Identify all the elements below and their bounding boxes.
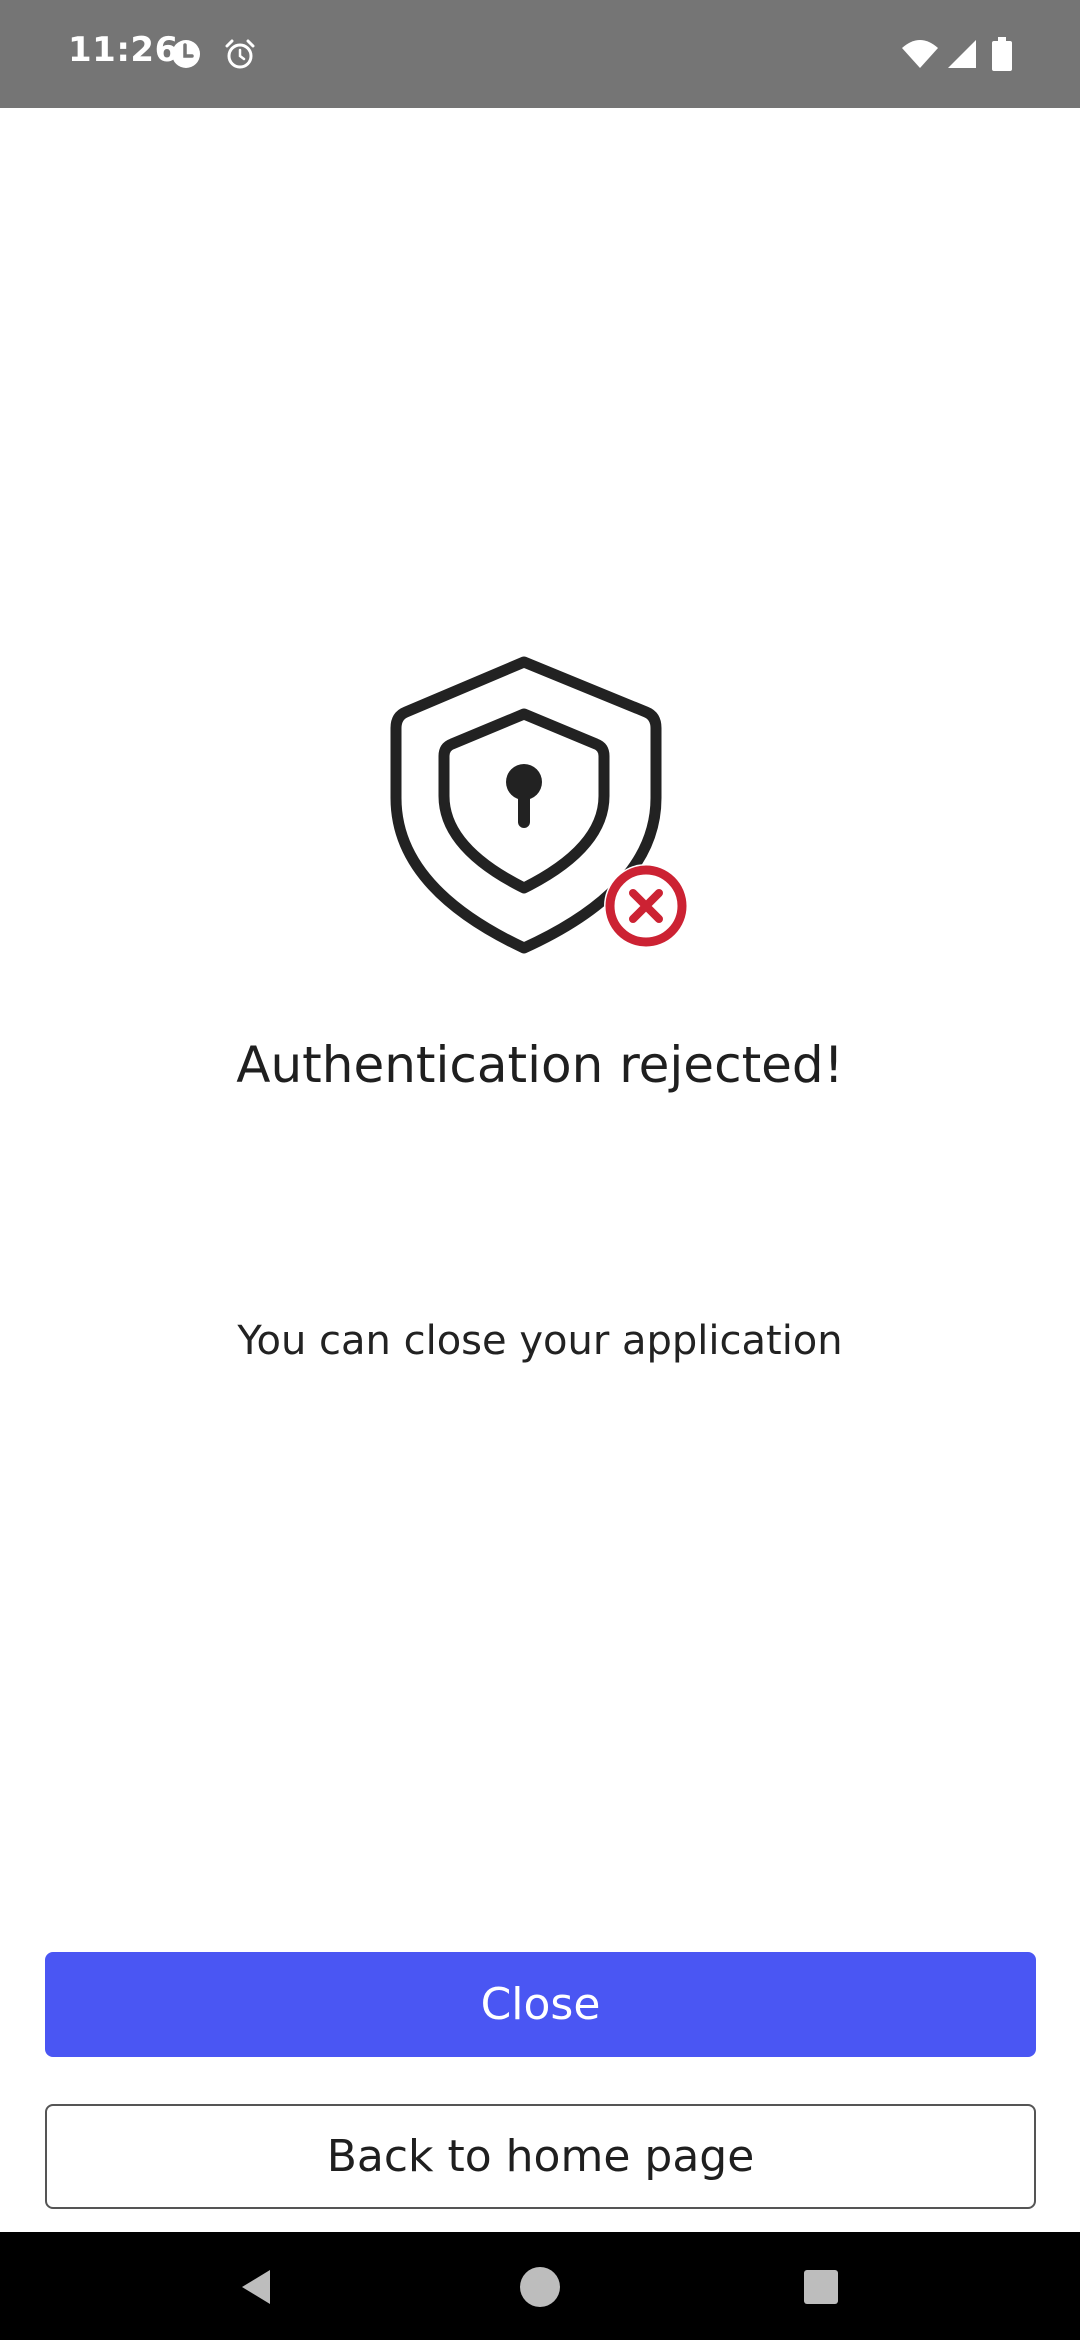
wifi-icon xyxy=(902,40,938,68)
home-icon[interactable] xyxy=(515,2262,565,2312)
data-saver-icon xyxy=(172,40,200,68)
back-icon[interactable] xyxy=(232,2262,282,2312)
recents-icon[interactable] xyxy=(796,2262,846,2312)
close-button[interactable]: Close xyxy=(45,1952,1036,2057)
navigation-bar xyxy=(0,2232,1080,2340)
main-content: Authentication rejected! You can close y… xyxy=(0,108,1080,2232)
back-to-home-button[interactable]: Back to home page xyxy=(45,2104,1036,2209)
shield-lock-rejected-icon xyxy=(390,656,688,954)
signal-icon xyxy=(948,40,976,68)
battery-icon xyxy=(992,37,1012,71)
status-time: 11:26 xyxy=(68,30,179,70)
status-bar: 11:26 xyxy=(0,0,1080,108)
page-title: Authentication rejected! xyxy=(236,1036,844,1094)
alarm-icon xyxy=(225,39,255,69)
page-subtitle: You can close your application xyxy=(237,1318,843,1364)
